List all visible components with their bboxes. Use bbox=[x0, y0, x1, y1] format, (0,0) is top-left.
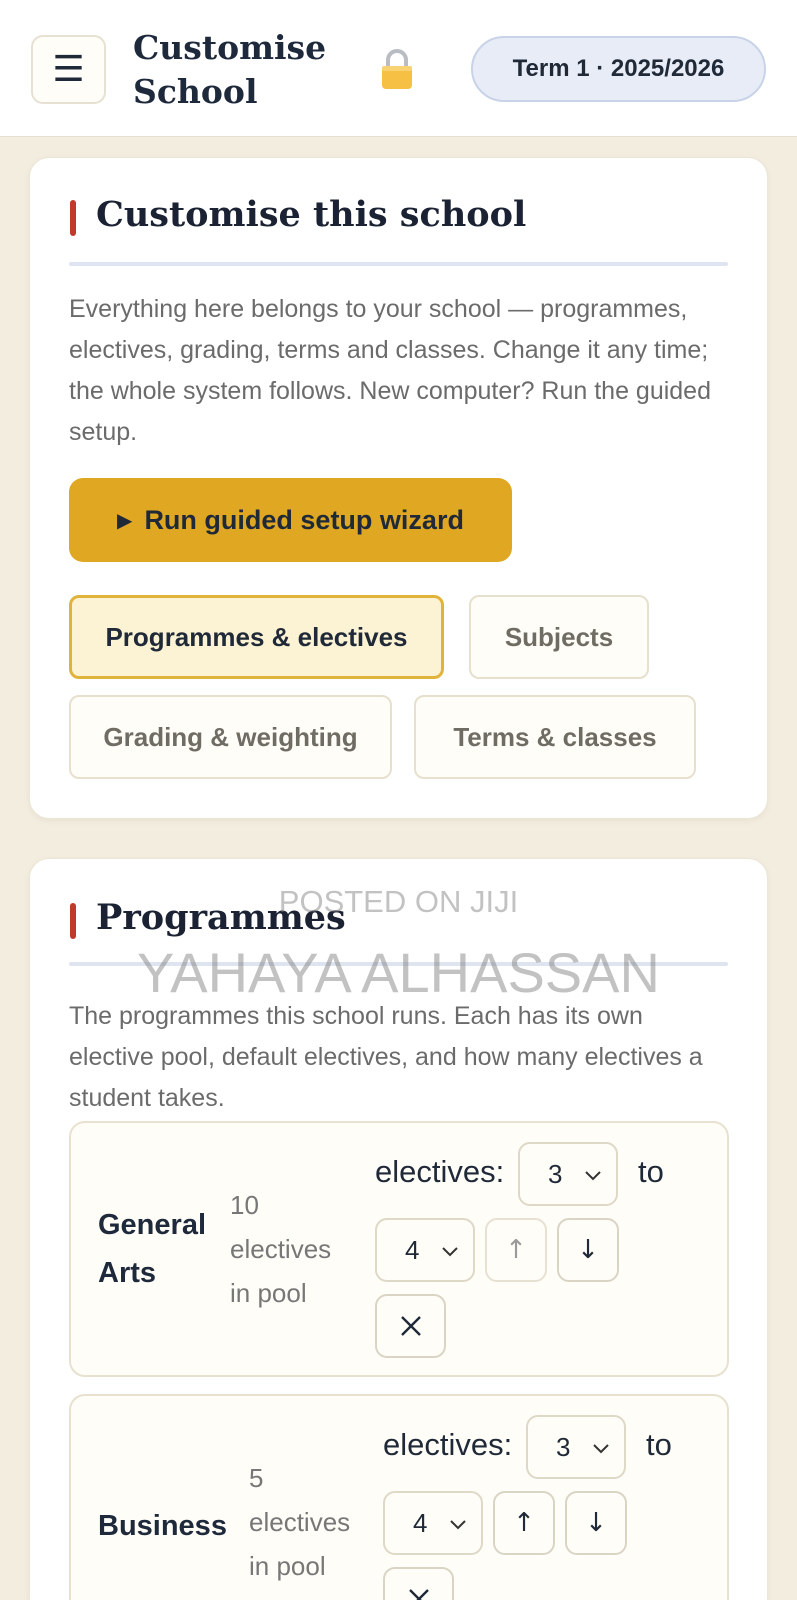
electives-label: electives: bbox=[383, 1427, 513, 1462]
electives-label: electives: bbox=[375, 1154, 505, 1189]
tab-subjects[interactable]: Subjects bbox=[469, 595, 649, 679]
play-icon: ▶ bbox=[117, 509, 133, 532]
close-icon bbox=[408, 1589, 429, 1600]
top-bar: ☰ Customise School Term 1 · 2025/2026 bbox=[0, 0, 797, 137]
term-badge[interactable]: Term 1 · 2025/2026 bbox=[471, 36, 766, 102]
move-down-button[interactable]: ↓ bbox=[557, 1218, 619, 1282]
page-title: Customise School bbox=[133, 28, 327, 111]
to-label: to bbox=[638, 1154, 664, 1189]
watermark-posted: POSTED ON JIJI bbox=[278, 884, 519, 919]
min-electives-select[interactable]: 3 bbox=[518, 1142, 618, 1206]
programme-name: Business bbox=[98, 1510, 227, 1542]
wizard-button-label: Run guided setup wizard bbox=[144, 504, 464, 535]
customise-title: Customise this school bbox=[70, 194, 526, 236]
customise-description: Everything here belongs to your school —… bbox=[69, 295, 711, 446]
run-wizard-button[interactable]: ▶ Run guided setup wizard bbox=[69, 478, 512, 562]
min-electives-select[interactable]: 3 bbox=[526, 1415, 626, 1479]
close-icon bbox=[400, 1316, 421, 1336]
chevron-down-icon bbox=[593, 1444, 609, 1454]
tab-grading-weighting[interactable]: Grading & weighting bbox=[69, 695, 392, 779]
max-electives-select[interactable]: 4 bbox=[383, 1491, 483, 1555]
tab-terms-classes[interactable]: Terms & classes bbox=[414, 695, 696, 779]
programme-row: Business 5 electives in pool electives: … bbox=[69, 1394, 729, 1600]
arrow-up-icon: ↑ bbox=[513, 1508, 535, 1538]
remove-programme-button[interactable] bbox=[375, 1294, 446, 1358]
customise-card: Customise this school Everything here be… bbox=[29, 157, 768, 819]
move-up-button[interactable]: ↑ bbox=[485, 1218, 547, 1282]
elective-pool-count: 5 electives in pool bbox=[249, 1463, 351, 1581]
elective-pool-count: 10 electives in pool bbox=[230, 1190, 332, 1308]
menu-button[interactable]: ☰ bbox=[31, 35, 106, 104]
title-divider bbox=[69, 262, 728, 266]
menu-icon: ☰ bbox=[52, 49, 85, 90]
arrow-down-icon: ↓ bbox=[577, 1235, 599, 1265]
programmes-description: The programmes this school runs. Each ha… bbox=[69, 1002, 703, 1112]
programme-name: General Arts bbox=[98, 1209, 206, 1289]
remove-programme-button[interactable] bbox=[383, 1567, 454, 1600]
chevron-down-icon bbox=[442, 1247, 458, 1257]
to-label: to bbox=[646, 1427, 672, 1462]
lock-icon bbox=[382, 49, 412, 89]
programme-row: General Arts 10 electives in pool electi… bbox=[69, 1121, 729, 1377]
chevron-down-icon bbox=[585, 1171, 601, 1181]
tab-programmes-electives[interactable]: Programmes & electives bbox=[69, 595, 444, 679]
arrow-up-icon: ↑ bbox=[505, 1235, 527, 1265]
move-down-button[interactable]: ↓ bbox=[565, 1491, 627, 1555]
arrow-down-icon: ↓ bbox=[585, 1508, 607, 1538]
move-up-button[interactable]: ↑ bbox=[493, 1491, 555, 1555]
watermark-name: YAHAYA ALHASSAN bbox=[137, 941, 660, 1004]
max-electives-select[interactable]: 4 bbox=[375, 1218, 475, 1282]
chevron-down-icon bbox=[450, 1520, 466, 1530]
